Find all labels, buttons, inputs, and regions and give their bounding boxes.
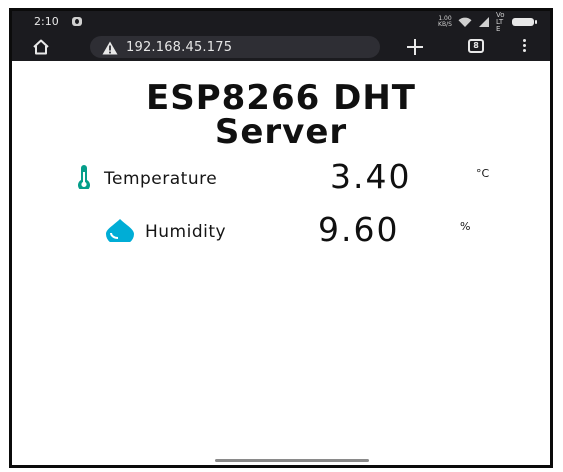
humidity-label: Humidity xyxy=(145,222,227,242)
url-text[interactable]: 192.168.45.175 xyxy=(126,40,232,55)
status-bar: 2:10 1.00 KB/S Vo LTE xyxy=(12,11,550,33)
address-bar[interactable]: 192.168.45.175 xyxy=(90,36,380,58)
thermometer-icon xyxy=(75,165,93,193)
battery-icon xyxy=(512,18,537,26)
overflow-menu-icon[interactable] xyxy=(523,39,527,55)
humidity-reading: Humidity 9.60 % xyxy=(12,210,550,254)
wifi-icon xyxy=(458,17,472,28)
status-icons: 1.00 KB/S Vo LTE xyxy=(438,10,537,33)
water-drop-icon xyxy=(105,218,135,246)
network-type-label: Vo LTE xyxy=(496,10,505,33)
screen-record-icon xyxy=(72,17,82,26)
temperature-unit: °C xyxy=(476,167,490,180)
status-time: 2:10 xyxy=(34,15,59,28)
page-content: ESP8266 DHT Server Temperature 3.40 °C H… xyxy=(12,61,550,249)
net-speed: 1.00 KB/S xyxy=(438,15,452,28)
humidity-value: 9.60 xyxy=(318,210,400,249)
home-icon[interactable] xyxy=(32,39,50,59)
tab-switcher-button[interactable]: 8 xyxy=(468,39,484,53)
new-tab-plus-icon[interactable] xyxy=(406,38,424,60)
temperature-label: Temperature xyxy=(104,169,218,189)
page-title: ESP8266 DHT Server xyxy=(146,78,416,152)
temperature-value: 3.40 xyxy=(330,157,412,196)
phone-frame: 2:10 1.00 KB/S Vo LTE 192.168.45.175 8 E… xyxy=(9,8,553,468)
temperature-reading: Temperature 3.40 °C xyxy=(12,157,550,201)
browser-toolbar: 192.168.45.175 8 xyxy=(12,33,550,61)
not-secure-warning-icon[interactable] xyxy=(102,40,118,55)
gesture-navigation-bar[interactable] xyxy=(215,459,369,462)
humidity-unit: % xyxy=(460,220,471,233)
cellular-signal-icon xyxy=(478,16,490,28)
